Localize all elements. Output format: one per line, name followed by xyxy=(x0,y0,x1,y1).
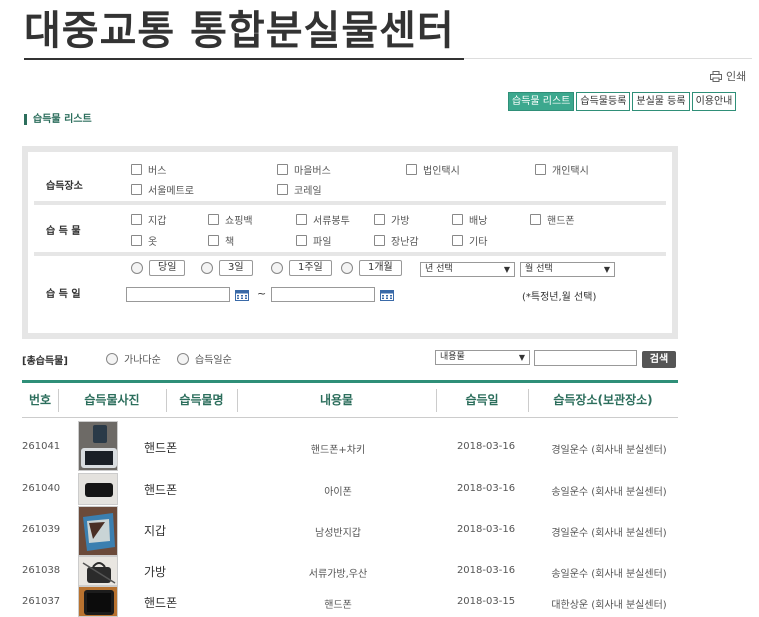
item-content: 아이폰 xyxy=(324,487,352,498)
chevron-down-icon: ▼ xyxy=(518,353,525,362)
search-input[interactable] xyxy=(534,350,637,366)
item-name[interactable]: 지갑 xyxy=(144,522,166,539)
sort-alphabetical[interactable]: 가나다순 xyxy=(106,351,161,366)
row-divider xyxy=(34,252,666,256)
row-divider xyxy=(34,201,666,205)
period-today[interactable]: 당일 xyxy=(131,260,186,276)
checkbox-backpack[interactable]: 배낭 xyxy=(452,212,487,227)
item-date: 2018-03-16 xyxy=(456,483,516,494)
date-hint: (*특정년,월 선택) xyxy=(522,292,597,303)
calendar-icon[interactable] xyxy=(235,289,249,301)
checkbox-phone[interactable]: 핸드폰 xyxy=(530,212,575,227)
period-1-week[interactable]: 1주일 xyxy=(271,260,332,276)
item-number: 261041 xyxy=(22,441,61,452)
item-content: 남성반지갑 xyxy=(315,528,361,539)
print-label: 인쇄 xyxy=(726,70,747,83)
page-title: 대중교통 통합분실물센터 xyxy=(24,6,464,60)
item-label: 습 득 물 xyxy=(46,226,81,237)
tab-found-register[interactable]: 습득물등록 xyxy=(576,92,631,111)
checkbox-clothes[interactable]: 옷 xyxy=(131,233,157,248)
item-name[interactable]: 핸드폰 xyxy=(144,481,177,498)
item-name[interactable]: 핸드폰 xyxy=(144,594,177,611)
date-range-separator: ~ xyxy=(257,287,267,300)
year-select[interactable]: 년 선택 ▼ xyxy=(420,262,515,277)
item-name[interactable]: 가방 xyxy=(144,563,166,580)
table-header: 번호 습득물사진 습득물명 내용물 습득일 습득장소(보관장소) xyxy=(22,383,678,418)
search-button[interactable]: 검색 xyxy=(642,351,676,368)
chevron-down-icon: ▼ xyxy=(503,265,510,274)
item-content: 핸드폰 xyxy=(324,600,352,611)
item-number: 261038 xyxy=(22,565,61,576)
calendar-icon[interactable] xyxy=(380,289,394,301)
item-number: 261037 xyxy=(22,596,61,607)
tab-bar: 습득물 리스트 습득물등록 분실물 등록 이용안내 xyxy=(508,92,737,111)
tab-found-list[interactable]: 습득물 리스트 xyxy=(508,92,575,111)
bag-photo[interactable] xyxy=(78,556,118,586)
item-place: 대한상운 (회사내 분실센터) xyxy=(551,600,667,611)
header-photo: 습득물사진 xyxy=(84,393,140,407)
tab-usage-guide[interactable]: 이용안내 xyxy=(691,92,737,111)
item-date: 2018-03-16 xyxy=(456,565,516,576)
checkbox-bag[interactable]: 가방 xyxy=(374,212,409,227)
title-divider xyxy=(464,58,752,59)
period-3-days[interactable]: 3일 xyxy=(201,260,253,276)
start-date-input[interactable] xyxy=(126,287,230,302)
checkbox-wallet[interactable]: 지갑 xyxy=(131,212,166,227)
date-label: 습 득 일 xyxy=(46,289,81,300)
phone-photo[interactable] xyxy=(78,473,118,505)
end-date-input[interactable] xyxy=(271,287,375,302)
item-place: 송일운수 (회사내 분실센터) xyxy=(551,487,667,498)
print-button[interactable]: 인쇄 xyxy=(710,68,746,84)
header-place: 습득장소(보관장소) xyxy=(553,393,653,407)
table-row[interactable]: 261040 핸드폰 아이폰 2018-03-16 송일운수 (회사내 분실센터… xyxy=(22,473,678,505)
printer-icon xyxy=(710,70,722,82)
tab-lost-register[interactable]: 분실물 등록 xyxy=(632,92,690,111)
place-label: 습득장소 xyxy=(46,181,83,192)
checkbox-other[interactable]: 기타 xyxy=(452,233,487,248)
header-number: 번호 xyxy=(28,393,52,407)
checkbox-book[interactable]: 책 xyxy=(208,233,234,248)
checkbox-korail[interactable]: 코레일 xyxy=(277,182,322,197)
header-date: 습득일 xyxy=(465,393,499,407)
item-number: 261039 xyxy=(22,524,61,535)
checkbox-corp-taxi[interactable]: 법인택시 xyxy=(406,162,460,177)
item-date: 2018-03-15 xyxy=(456,596,516,607)
item-place: 경일운수 (회사내 분실센터) xyxy=(551,445,667,456)
search-field-select[interactable]: 내용물 ▼ xyxy=(435,350,530,365)
phone-photo[interactable] xyxy=(78,421,118,471)
item-place: 송일운수 (회사내 분실센터) xyxy=(551,569,667,580)
item-date: 2018-03-16 xyxy=(456,441,516,452)
month-select[interactable]: 월 선택 ▼ xyxy=(520,262,615,277)
checkbox-private-taxi[interactable]: 개인택시 xyxy=(535,162,589,177)
checkbox-file[interactable]: 파일 xyxy=(296,233,331,248)
checkbox-toy[interactable]: 장난감 xyxy=(374,233,419,248)
item-name[interactable]: 핸드폰 xyxy=(144,439,177,456)
table-row[interactable]: 261041 핸드폰 핸드폰+차키 2018-03-16 경일운수 (회사내 분… xyxy=(22,421,678,471)
chevron-down-icon: ▼ xyxy=(603,265,610,274)
checkbox-shopping-bag[interactable]: 쇼핑백 xyxy=(208,212,253,227)
checkbox-document-envelope[interactable]: 서류봉투 xyxy=(296,212,350,227)
checkbox-village-bus[interactable]: 마을버스 xyxy=(277,162,331,177)
search-panel: 습득장소 버스 마을버스 법인택시 개인택시 서울메트로 코레일 습 득 물 지… xyxy=(22,146,678,339)
table-row[interactable]: 261039 지갑 남성반지갑 2018-03-16 경일운수 (회사내 분실센… xyxy=(22,506,678,556)
section-label: 습득물 리스트 xyxy=(24,114,92,125)
item-number: 261040 xyxy=(22,483,61,494)
wallet-photo[interactable] xyxy=(78,506,118,556)
item-date: 2018-03-16 xyxy=(456,524,516,535)
item-place: 경일운수 (회사내 분실센터) xyxy=(551,528,667,539)
checkbox-seoul-metro[interactable]: 서울메트로 xyxy=(131,182,194,197)
table-row[interactable]: 261037 핸드폰 핸드폰 2018-03-15 대한상운 (회사내 분실센터… xyxy=(22,586,678,617)
table-row[interactable]: 261038 가방 서류가방,우산 2018-03-16 송일운수 (회사내 분… xyxy=(22,556,678,586)
item-content: 핸드폰+차키 xyxy=(310,445,366,456)
phone-photo[interactable] xyxy=(78,586,118,617)
period-1-month[interactable]: 1개월 xyxy=(341,260,402,276)
header-content: 내용물 xyxy=(319,393,354,407)
total-count-label: [총습득물] xyxy=(22,356,68,367)
header-item-name: 습득물명 xyxy=(179,393,224,407)
sort-by-date[interactable]: 습득일순 xyxy=(177,351,232,366)
checkbox-bus[interactable]: 버스 xyxy=(131,162,166,177)
item-content: 서류가방,우산 xyxy=(308,569,368,580)
